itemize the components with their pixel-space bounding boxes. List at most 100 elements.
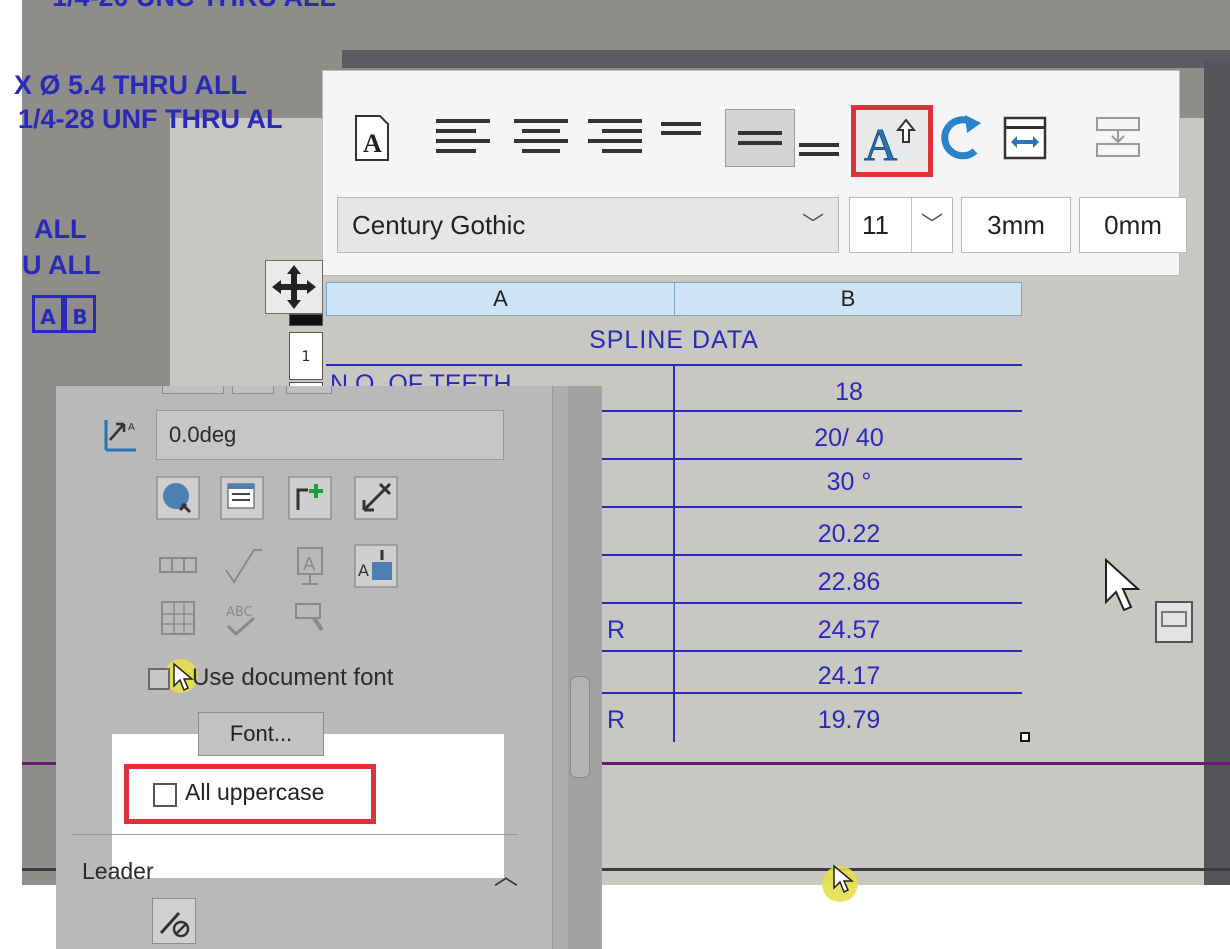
remove-leader-icon [354, 476, 398, 520]
font-family-value: Century Gothic [352, 210, 526, 240]
symbol-box-icon [159, 557, 197, 573]
align-center-button[interactable] [511, 109, 573, 167]
table-cell[interactable]: 18 [676, 378, 1022, 407]
align-center-icon [514, 119, 568, 153]
align-bottom-button[interactable] [797, 119, 841, 177]
font-size-dropdown[interactable]: 11 ﹀ [849, 197, 953, 253]
no-leader-icon [159, 911, 190, 938]
globe-link-icon [156, 476, 200, 520]
svg-text:A: A [363, 129, 382, 158]
table-cell[interactable]: 22.86 [676, 568, 1022, 597]
line-spacing-field[interactable]: 3mm [961, 197, 1071, 253]
stack-note-button[interactable]: A [354, 544, 398, 588]
indent-field[interactable]: 0mm [1079, 197, 1187, 253]
svg-text:A: A [358, 561, 369, 580]
align-top-button[interactable] [659, 101, 703, 159]
table-cell[interactable]: R [596, 616, 636, 645]
table-cell[interactable]: 30 ° [676, 468, 1022, 497]
leader-section-title[interactable]: Leader [82, 858, 154, 885]
font-size-value: 11 [862, 210, 889, 240]
insert-row-button[interactable] [1085, 109, 1151, 167]
surface-finish-button[interactable] [220, 544, 264, 588]
format-painter-icon [295, 603, 324, 632]
align-right-button[interactable] [585, 109, 647, 167]
fit-text-button[interactable] [995, 109, 1055, 167]
table-title: SPLINE DATA [589, 326, 759, 354]
panel-divider [552, 386, 569, 949]
table-link-button[interactable] [220, 476, 264, 520]
table-cell[interactable]: 24.17 [676, 662, 1022, 691]
text-uppercase-arrow-icon: A [864, 118, 917, 168]
panel-button[interactable] [286, 386, 332, 394]
datum-box-b: B [64, 295, 96, 333]
link-to-property-button[interactable] [156, 476, 200, 520]
svg-text:A: A [864, 119, 897, 168]
section-divider [72, 834, 518, 835]
add-leader-button[interactable] [288, 476, 332, 520]
chevron-down-icon[interactable]: ﹀ [911, 198, 952, 252]
align-bottom-icon [799, 143, 839, 156]
table-cell[interactable]: 24.57 [676, 616, 1022, 645]
align-left-button[interactable] [433, 109, 495, 167]
text-angle-field[interactable]: 0.0deg ⌃ [156, 410, 591, 460]
align-top-icon [661, 122, 701, 135]
stack-note-icon: A [354, 544, 398, 588]
pointer-cursor-icon [822, 864, 858, 902]
table-cell[interactable]: 20.22 [676, 520, 1022, 549]
table-grid-icon [161, 601, 195, 635]
hole-callout: X Ø 5.4 THRU ALL [14, 70, 248, 100]
table-cell[interactable]: 20/ 40 [676, 424, 1022, 453]
align-middle-button[interactable] [725, 109, 795, 167]
text-angle-value: 0.0deg [169, 422, 237, 447]
hole-callout: U ALL [22, 250, 101, 280]
panel-scroll-area[interactable] [568, 386, 602, 949]
window-frame-top [342, 50, 1230, 68]
table-button[interactable] [156, 596, 200, 640]
splitter-handle[interactable] [570, 676, 590, 778]
all-uppercase-checkbox[interactable]: All uppercase [124, 764, 376, 824]
use-document-font-label: Use document font [192, 664, 394, 691]
svg-text:A: A [303, 554, 316, 575]
table-insert-icon [1096, 117, 1140, 157]
font-family-dropdown[interactable]: Century Gothic ﹀ [337, 197, 839, 253]
table-cell[interactable]: R [596, 706, 636, 735]
row-header[interactable]: 1 [289, 332, 323, 380]
row-header-top [289, 314, 323, 326]
chevron-up-icon[interactable]: ︿ [494, 856, 518, 891]
text-frame-icon: A [297, 547, 323, 585]
checkbox-box[interactable] [153, 783, 177, 807]
text-property-panel: A 0.0deg ⌃ [56, 386, 602, 949]
column-header-a[interactable]: A [326, 282, 675, 316]
align-middle-icon [738, 131, 782, 145]
stack-text-button[interactable]: A [851, 105, 933, 177]
svg-text:ABC: ABC [226, 605, 253, 620]
table-cell[interactable]: 19.79 [676, 706, 1022, 735]
cursor-highlight [820, 862, 866, 906]
format-painter-button[interactable] [288, 596, 332, 640]
move-arrows-icon [272, 265, 316, 309]
table-resize-handle[interactable] [1020, 732, 1030, 742]
remove-leader-button[interactable] [354, 476, 398, 520]
document-text-icon: A [355, 115, 389, 161]
checkbox-box[interactable] [148, 668, 170, 690]
text-frame-button[interactable]: A [288, 544, 332, 588]
rotate-text-button[interactable] [935, 109, 987, 167]
formatting-toolbar: A A Century Gothic ﹀ 11 ﹀ 3mm 0mm [322, 70, 1187, 276]
pointer-cursor-icon [173, 662, 194, 692]
angle-icon: A [104, 420, 136, 452]
symbol-button[interactable] [156, 544, 200, 588]
panel-button[interactable] [162, 386, 224, 394]
reset-format-button[interactable]: A [349, 109, 395, 167]
table-move-handle[interactable] [265, 260, 323, 314]
spell-check-icon: ABC [226, 605, 255, 637]
column-header-b[interactable]: B [674, 282, 1022, 316]
hole-callout: ALL [34, 214, 87, 244]
leader-style-button[interactable] [152, 898, 196, 944]
panel-top-buttons [162, 386, 362, 394]
font-dialog-button[interactable]: Font... [198, 712, 324, 756]
chevron-down-icon: ﹀ [801, 212, 824, 237]
add-leader-icon [288, 476, 332, 520]
spell-check-button[interactable]: ABC [220, 596, 264, 640]
rotate-icon [941, 115, 981, 160]
panel-button[interactable] [232, 386, 274, 394]
